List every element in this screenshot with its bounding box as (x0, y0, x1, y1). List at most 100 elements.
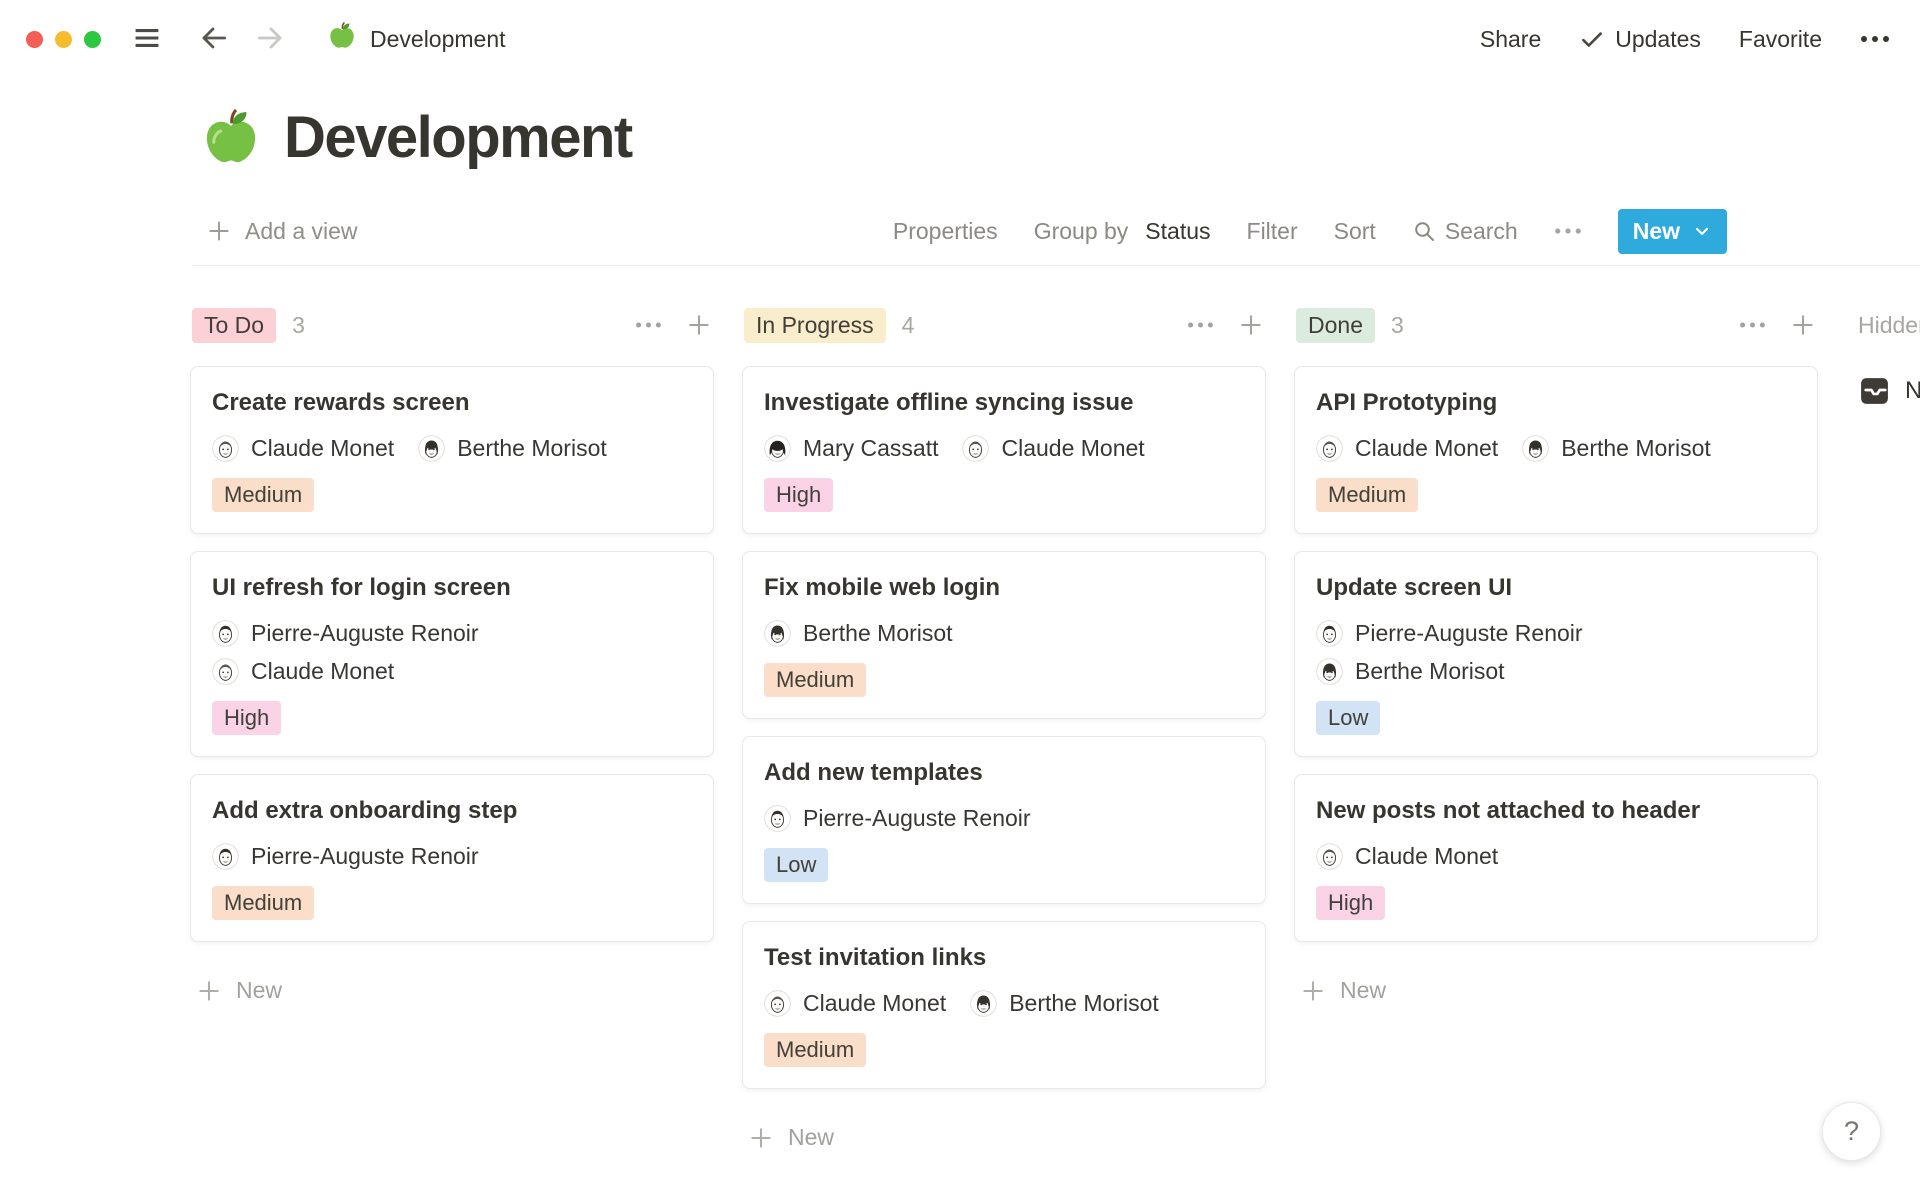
column-cards: API PrototypingClaude MonetBerthe Moriso… (1294, 366, 1818, 942)
kanban-card[interactable]: Create rewards screenClaude MonetBerthe … (190, 366, 714, 534)
priority-badge-medium: Medium (212, 886, 314, 920)
favorite-button[interactable]: Favorite (1739, 26, 1822, 53)
kanban-card[interactable]: API PrototypingClaude MonetBerthe Moriso… (1294, 366, 1818, 534)
column-new-card-button[interactable]: New (190, 977, 714, 1004)
column-more-button[interactable] (1739, 321, 1766, 329)
assignee-name: Berthe Morisot (457, 435, 607, 462)
properties-button[interactable]: Properties (893, 218, 998, 245)
updates-button[interactable]: Updates (1579, 26, 1701, 53)
column-title-badge[interactable]: To Do (192, 308, 276, 343)
card-title: Fix mobile web login (764, 571, 1244, 605)
assignee-name: Pierre-Auguste Renoir (251, 620, 479, 647)
kanban-card[interactable]: Update screen UI Pierre-Auguste Renoir Ber… (1294, 551, 1818, 757)
kanban-card[interactable]: Add new templatesPierre-Auguste RenoirLo… (742, 736, 1266, 904)
inbox-icon (1858, 374, 1891, 407)
view-more-button[interactable] (1554, 227, 1582, 235)
assignee-name: Berthe Morisot (1561, 435, 1711, 462)
card-title: New posts not attached to header (1316, 794, 1796, 828)
new-card-label: New (1340, 977, 1386, 1004)
column-add-card-button[interactable] (1238, 312, 1264, 338)
kanban-card[interactable]: Add extra onboarding stepPierre-Auguste … (190, 774, 714, 942)
check-icon (1579, 26, 1605, 52)
ellipsis-icon (1860, 35, 1890, 43)
filter-button[interactable]: Filter (1247, 218, 1298, 245)
card-assignee-row: Berthe Morisot (1316, 658, 1796, 685)
traffic-lights (26, 31, 101, 48)
kanban-card[interactable]: Investigate offline syncing issue Mary Ca… (742, 366, 1266, 534)
avatar-pierre-auguste-renoir (764, 805, 791, 832)
card-assignee: Claude Monet (764, 990, 946, 1017)
column-cards: Create rewards screenClaude MonetBerthe … (190, 366, 714, 942)
column-new-card-button[interactable]: New (1294, 977, 1818, 1004)
updates-label: Updates (1615, 26, 1701, 53)
zoom-window-button[interactable] (84, 31, 101, 48)
board-column-done: Done3API PrototypingClaude MonetBerthe M… (1294, 306, 1818, 1004)
sidebar-menu-button[interactable] (131, 22, 163, 57)
column-more-button[interactable] (635, 321, 662, 329)
breadcrumb[interactable]: Development (327, 21, 506, 57)
search-button[interactable]: Search (1412, 218, 1518, 245)
sort-button[interactable]: Sort (1334, 218, 1376, 245)
column-add-card-button[interactable] (686, 312, 712, 338)
assignee-name: Claude Monet (251, 658, 394, 685)
avatar-berthe-morisot (1522, 435, 1549, 462)
card-title: Investigate offline syncing issue (764, 386, 1244, 420)
column-cards: Investigate offline syncing issue Mary Ca… (742, 366, 1266, 1089)
plus-icon (1238, 312, 1264, 338)
board-column-to-do: To Do3 Create rewards screenClaude MonetB… (190, 306, 714, 1004)
group-by-button[interactable]: Group by Status (1034, 218, 1211, 245)
column-more-button[interactable] (1187, 321, 1214, 329)
add-view-button[interactable]: Add a view (206, 218, 358, 245)
minimize-window-button[interactable] (55, 31, 72, 48)
card-assignee: Mary Cassatt (764, 435, 938, 462)
green-apple-icon[interactable] (200, 107, 262, 169)
assignee-name: Claude Monet (251, 435, 394, 462)
filter-label: Filter (1247, 218, 1298, 245)
card-title: Add extra onboarding step (212, 794, 692, 828)
new-card-label: New (236, 977, 282, 1004)
more-options-button[interactable] (1860, 35, 1890, 43)
back-button[interactable] (197, 21, 231, 58)
page-title: Development (284, 104, 632, 171)
column-new-card-button[interactable]: New (742, 1124, 1266, 1151)
priority-badge-low: Low (1316, 701, 1380, 735)
column-title-badge[interactable]: In Progress (744, 308, 886, 343)
card-title: Update screen UI (1316, 571, 1796, 605)
kanban-card[interactable]: New posts not attached to header Claude M… (1294, 774, 1818, 942)
new-button[interactable]: New (1618, 209, 1727, 254)
card-assignee-row: Mary Cassatt Claude Monet (764, 435, 1244, 462)
hidden-group-no-status[interactable]: No Status (1858, 374, 1920, 407)
hidden-columns-section: Hidden columns No Status (1858, 306, 1920, 407)
avatar-pierre-auguste-renoir (212, 620, 239, 647)
favorite-label: Favorite (1739, 26, 1822, 53)
priority-badge-medium: Medium (212, 478, 314, 512)
card-assignee: Berthe Morisot (1316, 658, 1505, 685)
card-assignee: Claude Monet (962, 435, 1144, 462)
assignee-name: Claude Monet (803, 990, 946, 1017)
card-assignee-row: Pierre-Auguste Renoir (764, 805, 1244, 832)
share-button[interactable]: Share (1480, 26, 1541, 53)
plus-icon (686, 312, 712, 338)
card-assignee-row: Claude Monet Berthe Morisot (212, 435, 692, 462)
column-header: To Do3 (190, 306, 714, 344)
avatar-claude-monet (962, 435, 989, 462)
add-view-label: Add a view (245, 218, 358, 245)
column-header: In Progress4 (742, 306, 1266, 344)
kanban-card[interactable]: UI refresh for login screenPierre-August… (190, 551, 714, 757)
close-window-button[interactable] (26, 31, 43, 48)
card-assignee: Pierre-Auguste Renoir (1316, 620, 1583, 647)
kanban-card[interactable]: Test invitation linksClaude MonetBerthe … (742, 921, 1266, 1089)
card-assignee: Berthe Morisot (1522, 435, 1711, 462)
kanban-card[interactable]: Fix mobile web login Berthe Morisot Medium (742, 551, 1266, 719)
column-title-badge[interactable]: Done (1296, 308, 1375, 343)
card-assignee: Berthe Morisot (970, 990, 1159, 1017)
help-button[interactable]: ? (1822, 1102, 1881, 1161)
assignee-name: Berthe Morisot (803, 620, 953, 647)
card-assignee: Claude Monet (1316, 843, 1498, 870)
card-assignee: Pierre-Auguste Renoir (212, 620, 479, 647)
forward-button[interactable] (253, 21, 287, 58)
priority-badge-medium: Medium (764, 663, 866, 697)
arrow-left-icon (197, 21, 231, 58)
column-add-card-button[interactable] (1790, 312, 1816, 338)
properties-label: Properties (893, 218, 998, 245)
